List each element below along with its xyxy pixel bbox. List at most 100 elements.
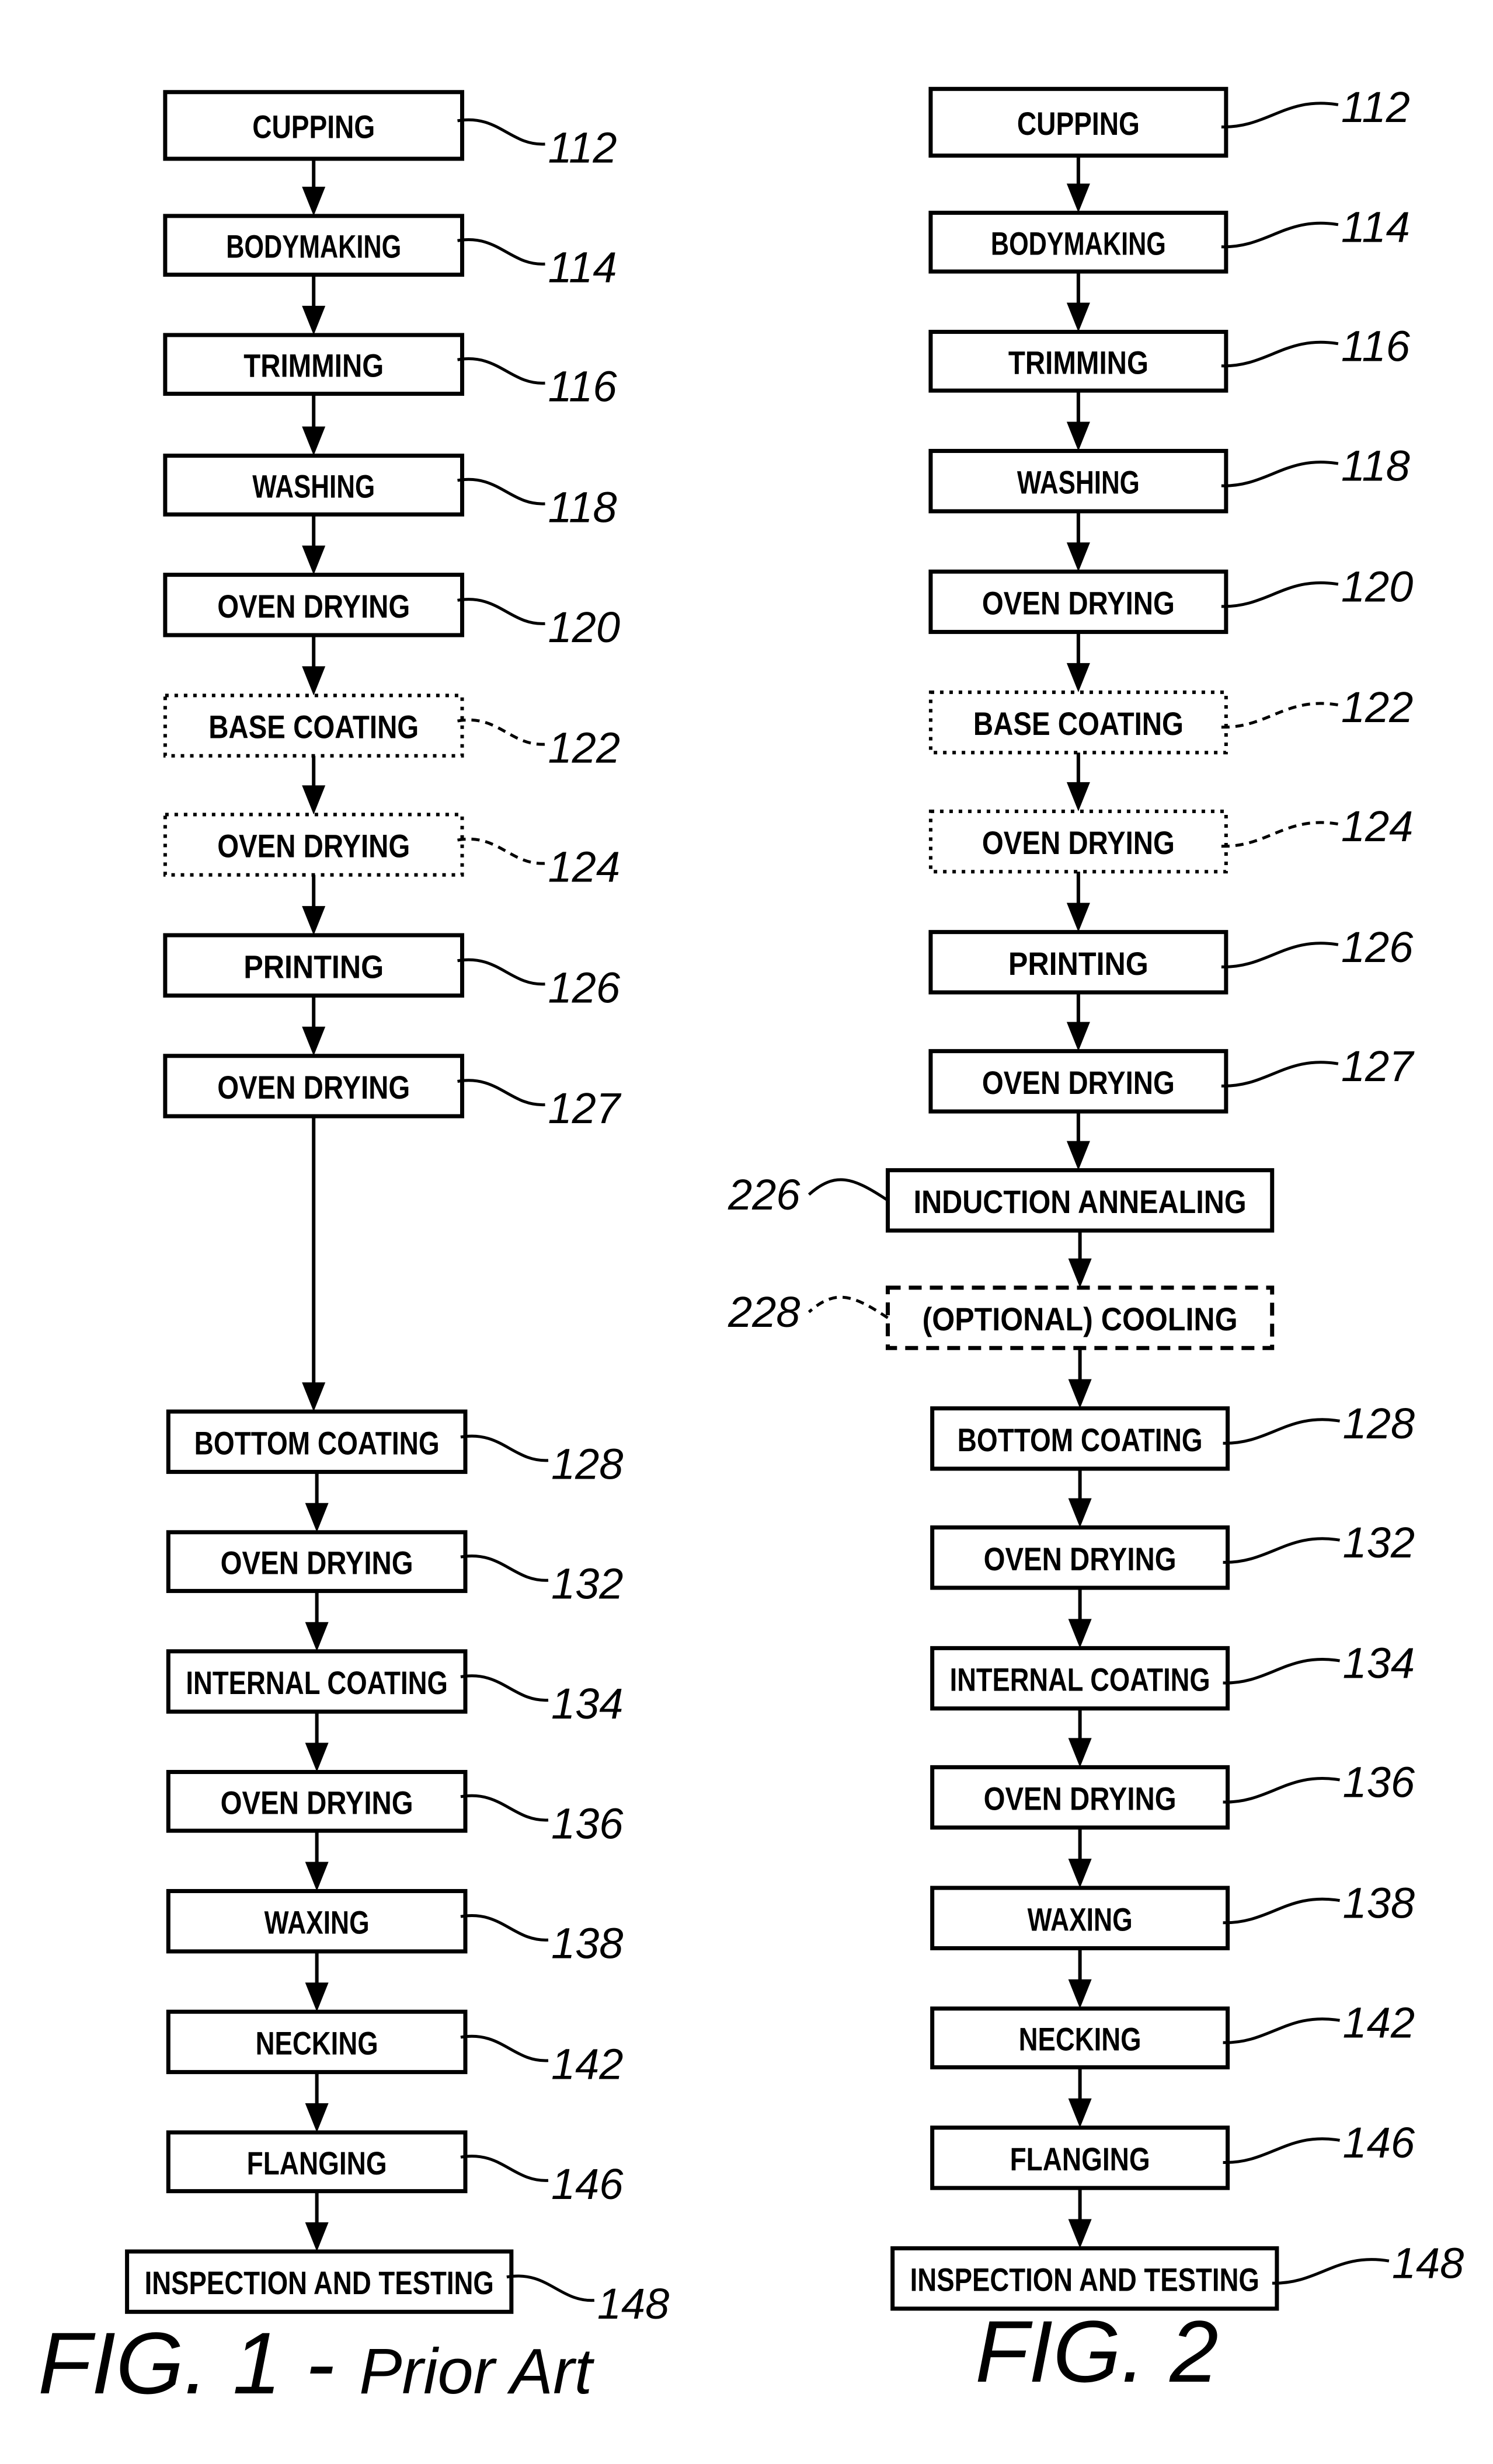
- leader-line: [1223, 1776, 1340, 1804]
- step-washing: WASHING 118: [928, 442, 1410, 514]
- reference-number: 120: [1341, 562, 1413, 611]
- step-oven-drying: OVEN DRYING 136: [166, 1770, 624, 1848]
- step-oven-drying: OVEN DRYING 132: [930, 1518, 1415, 1590]
- step-oven-drying: OVEN DRYING 124: [163, 813, 620, 891]
- reference-number: 128: [551, 1440, 623, 1488]
- step-waxing: WAXING 138: [930, 1879, 1415, 1950]
- step-label: INTERNAL COATING: [950, 1661, 1210, 1698]
- leader-line: [457, 118, 545, 146]
- arrow-head-icon: [1068, 1979, 1092, 2009]
- arrow-head-icon: [1066, 902, 1090, 932]
- arrow-head-icon: [1068, 1619, 1092, 1649]
- leader-line: [1223, 1418, 1340, 1445]
- arrow-head-icon: [1068, 2219, 1092, 2249]
- reference-number: 142: [1343, 1999, 1415, 2047]
- step-label: OVEN DRYING: [217, 588, 410, 625]
- step-bottom-coating: BOTTOM COATING 128: [930, 1399, 1415, 1471]
- step-label: CUPPING: [252, 108, 375, 145]
- figure-1-caption-main: FIG. 1 -: [38, 2314, 359, 2412]
- step-washing: WASHING 118: [163, 454, 617, 531]
- arrow-head-icon: [1066, 1141, 1090, 1170]
- reference-number: 134: [1343, 1639, 1415, 1688]
- arrow-head-icon: [1066, 782, 1090, 811]
- step-induction-annealing: INDUCTION ANNEALING 226: [728, 1168, 1275, 1233]
- reference-number: 226: [728, 1170, 801, 1219]
- arrow-head-icon: [302, 186, 326, 216]
- arrow-head-icon: [305, 1862, 329, 1891]
- step-label: BASE COATING: [208, 709, 419, 745]
- leader-line: [460, 1434, 549, 1462]
- reference-number: 116: [1341, 322, 1411, 370]
- step-label: (OPTIONAL) COOLING: [923, 1301, 1238, 1337]
- leader-line: [1221, 1061, 1339, 1088]
- leader-line: [1221, 942, 1339, 968]
- step-label: TRIMMING: [243, 347, 384, 384]
- arrow-head-icon: [302, 785, 326, 815]
- leader-line: [457, 238, 545, 266]
- arrow-head-icon: [1068, 1379, 1092, 1409]
- step-flanging: FLANGING 146: [166, 2130, 624, 2208]
- arrow-head-icon: [302, 906, 326, 936]
- leader-line: [460, 2155, 549, 2182]
- leader-line: [1223, 2017, 1340, 2044]
- arrow-head-icon: [1066, 542, 1090, 572]
- figure-1-prior-art-flowchart: CUPPING 112 BODYMAKING 114 TRIMMING 116 WASHIN…: [125, 90, 669, 2328]
- step-label: OVEN DRYING: [982, 1064, 1175, 1101]
- reference-number: 122: [548, 724, 620, 772]
- step-label: BOTTOM COATING: [958, 1421, 1203, 1458]
- step-waxing: WAXING 138: [166, 1889, 623, 1968]
- reference-number: 118: [1341, 442, 1410, 490]
- reference-number: 112: [1341, 83, 1410, 131]
- leader-line: [1221, 221, 1339, 249]
- step-label: OVEN DRYING: [221, 1545, 413, 1581]
- leader-line: [457, 357, 545, 385]
- leader-line: [460, 1555, 549, 1582]
- arrow-head-icon: [1068, 1258, 1092, 1288]
- reference-number: 114: [548, 243, 617, 292]
- arrow-head-icon: [305, 1503, 329, 1532]
- leader-line: [1221, 461, 1339, 487]
- reference-number: 126: [1341, 923, 1414, 971]
- reference-number: 136: [1343, 1758, 1415, 1807]
- arrow-head-icon: [305, 2222, 329, 2252]
- step-cupping: CUPPING 112: [163, 90, 617, 172]
- step-internal-coating: INTERNAL COATING 134: [166, 1649, 623, 1728]
- arrow-head-icon: [1068, 1859, 1092, 1888]
- arrow-head-icon: [302, 666, 326, 696]
- step-cupping: CUPPING 112: [928, 83, 1410, 158]
- leader-line: [457, 837, 545, 865]
- step-label: BODYMAKING: [991, 225, 1166, 262]
- step-trimming: TRIMMING 116: [163, 333, 617, 411]
- reference-number: 138: [551, 1919, 623, 1968]
- step-label: OVEN DRYING: [217, 828, 410, 865]
- leader-line: [1223, 1657, 1340, 1685]
- leader-line: [457, 478, 545, 506]
- leader-line: [460, 2034, 549, 2062]
- arrow-head-icon: [302, 1026, 326, 1056]
- step-base-coating: BASE COATING 122: [163, 693, 620, 772]
- reference-number: 134: [551, 1679, 623, 1728]
- step-trimming: TRIMMING 116: [928, 322, 1411, 393]
- step-oven-drying: OVEN DRYING 136: [930, 1758, 1415, 1830]
- step-label: BOTTOM COATING: [194, 1424, 440, 1461]
- step-label: WASHING: [1017, 464, 1140, 501]
- step-label: INSPECTION AND TESTING: [910, 2261, 1259, 2298]
- step-label: WAXING: [265, 1904, 370, 1941]
- step-flanging: FLANGING 146: [930, 2118, 1415, 2190]
- step-oven-drying: OVEN DRYING 120: [163, 573, 620, 651]
- reference-number: 136: [551, 1799, 624, 1848]
- step-label: FLANGING: [247, 2145, 387, 2181]
- leader-line: [1272, 2258, 1390, 2285]
- arrow-head-icon: [302, 545, 326, 575]
- step-label: NECKING: [256, 2024, 378, 2061]
- step-printing: PRINTING 126: [928, 923, 1414, 995]
- step-label: TRIMMING: [1008, 344, 1149, 381]
- arrow-head-icon: [1066, 421, 1090, 451]
- figure-2-caption: FIG. 2: [975, 2302, 1219, 2400]
- reference-number: 118: [548, 483, 617, 531]
- reference-number: 120: [548, 603, 620, 651]
- arrow-head-icon: [302, 426, 326, 456]
- leader-line: [460, 1914, 549, 1942]
- step-oven-drying: OVEN DRYING 120: [928, 562, 1413, 635]
- arrow-head-icon: [305, 1982, 329, 2012]
